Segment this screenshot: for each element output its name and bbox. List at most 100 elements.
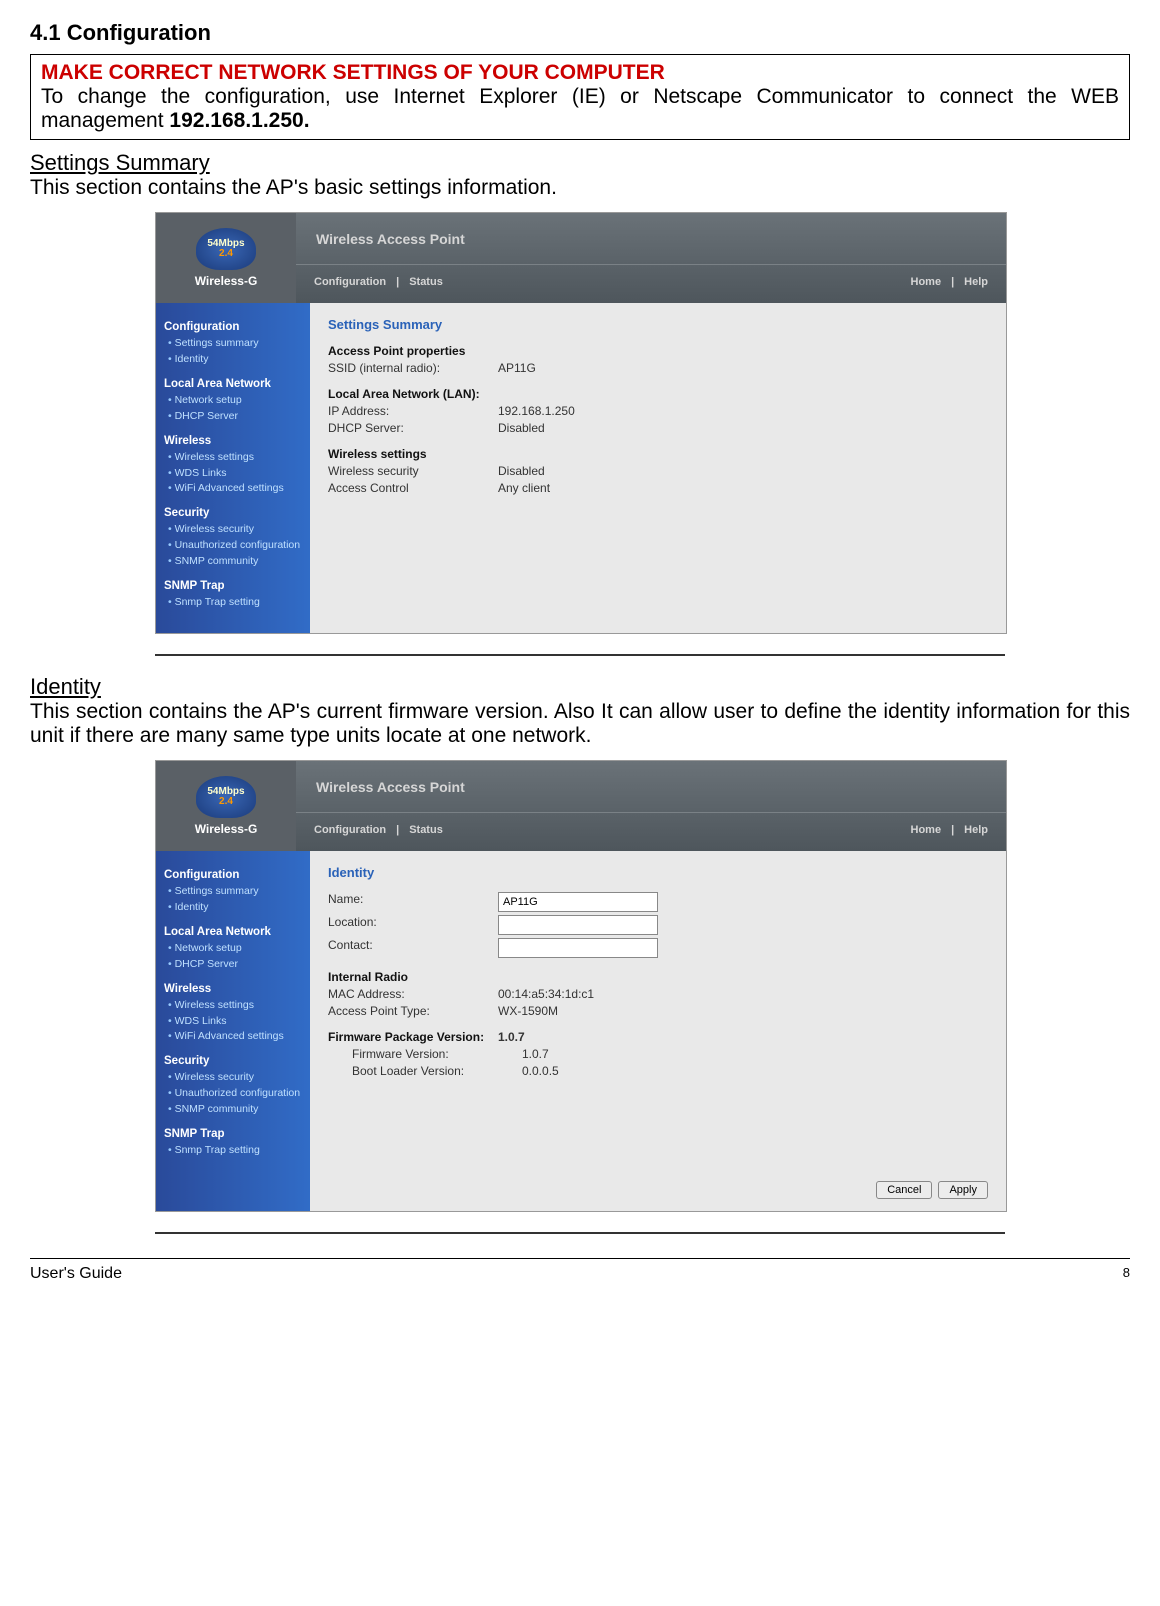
sidebar-group: Security <box>164 505 304 522</box>
sidebar-group: SNMP Trap <box>164 578 304 595</box>
label-location: Location: <box>328 915 498 935</box>
label-boot-ver: Boot Loader Version: <box>328 1064 522 1078</box>
sidebar-item-network-setup[interactable]: Network setup <box>164 941 304 957</box>
name-input[interactable] <box>498 892 658 912</box>
group-title: Wireless settings <box>328 447 988 461</box>
warning-box: MAKE CORRECT NETWORK SETTINGS OF YOUR CO… <box>30 54 1130 140</box>
group-title: Access Point properties <box>328 344 988 358</box>
value-dhcp: Disabled <box>498 421 545 435</box>
value-mac: 00:14:a5:34:1d:c1 <box>498 987 594 1001</box>
settings-summary-desc: This section contains the AP's basic set… <box>30 176 1130 200</box>
sidebar-item-network-setup[interactable]: Network setup <box>164 393 304 409</box>
nav-sep: | <box>396 276 399 288</box>
sidebar-group: Local Area Network <box>164 924 304 941</box>
content-title: Settings Summary <box>328 317 988 332</box>
nav-sep: | <box>951 824 954 836</box>
screenshot-identity: 54Mbps 2.4 Wireless-G Wireless Access Po… <box>155 760 1005 1230</box>
nav-home[interactable]: Home <box>911 824 942 836</box>
logo-brand: Wireless-G <box>195 822 258 836</box>
label-name: Name: <box>328 892 498 912</box>
ap-sidebar: Configuration Settings summary Identity … <box>156 851 310 1211</box>
group-title: Local Area Network (LAN): <box>328 387 988 401</box>
sidebar-item-wds-links[interactable]: WDS Links <box>164 1014 304 1030</box>
value-ip: 192.168.1.250 <box>498 404 575 418</box>
ap-logo-badge-icon: 54Mbps 2.4 <box>196 228 256 270</box>
logo-band: 2.4 <box>219 797 233 808</box>
label-ssid: SSID (internal radio): <box>328 361 498 375</box>
cancel-button[interactable]: Cancel <box>876 1181 932 1199</box>
ap-header: 54Mbps 2.4 Wireless-G Wireless Access Po… <box>156 213 1006 303</box>
ap-logo: 54Mbps 2.4 Wireless-G <box>156 761 296 851</box>
sidebar-item-wireless-settings[interactable]: Wireless settings <box>164 450 304 466</box>
footer-page-number: 8 <box>1123 1265 1130 1283</box>
nav-status[interactable]: Status <box>409 824 443 836</box>
value-fw-pkg: 1.0.7 <box>498 1030 525 1044</box>
logo-band: 2.4 <box>219 249 233 260</box>
nav-help[interactable]: Help <box>964 276 988 288</box>
sidebar-item-wifi-advanced[interactable]: WiFi Advanced settings <box>164 1029 304 1045</box>
sidebar-item-dhcp-server[interactable]: DHCP Server <box>164 957 304 973</box>
sidebar-item-wireless-settings[interactable]: Wireless settings <box>164 998 304 1014</box>
sidebar-item-wifi-advanced[interactable]: WiFi Advanced settings <box>164 481 304 497</box>
label-contact: Contact: <box>328 938 498 958</box>
screenshot-divider <box>155 1232 1005 1234</box>
value-wsec: Disabled <box>498 464 545 478</box>
ap-logo-badge-icon: 54Mbps 2.4 <box>196 776 256 818</box>
contact-input[interactable] <box>498 938 658 958</box>
ap-sidebar: Configuration Settings summary Identity … <box>156 303 310 633</box>
nav-sep: | <box>951 276 954 288</box>
label-dhcp: DHCP Server: <box>328 421 498 435</box>
sidebar-group: SNMP Trap <box>164 1126 304 1143</box>
ap-title: Wireless Access Point <box>296 761 1006 812</box>
label-wsec: Wireless security <box>328 464 498 478</box>
sidebar-group: Wireless <box>164 981 304 998</box>
page-footer: User's Guide 8 <box>30 1258 1130 1283</box>
ap-nav: Configuration | Status Home | Help <box>296 812 1006 851</box>
sidebar-item-snmp-trap[interactable]: Snmp Trap setting <box>164 1143 304 1159</box>
sidebar-item-wireless-security[interactable]: Wireless security <box>164 1070 304 1086</box>
location-input[interactable] <box>498 915 658 935</box>
nav-status[interactable]: Status <box>409 276 443 288</box>
sidebar-group: Wireless <box>164 433 304 450</box>
label-fw-ver: Firmware Version: <box>328 1047 522 1061</box>
label-ip: IP Address: <box>328 404 498 418</box>
ap-header: 54Mbps 2.4 Wireless-G Wireless Access Po… <box>156 761 1006 851</box>
nav-configuration[interactable]: Configuration <box>314 824 386 836</box>
ap-title: Wireless Access Point <box>296 213 1006 264</box>
ap-nav: Configuration | Status Home | Help <box>296 264 1006 303</box>
sidebar-item-snmp-community[interactable]: SNMP community <box>164 1102 304 1118</box>
identity-heading: Identity <box>30 674 1130 700</box>
logo-brand: Wireless-G <box>195 274 258 288</box>
nav-home[interactable]: Home <box>911 276 942 288</box>
value-access-control: Any client <box>498 481 550 495</box>
sidebar-group: Local Area Network <box>164 376 304 393</box>
sidebar-group: Configuration <box>164 319 304 336</box>
sidebar-item-unauth-config[interactable]: Unauthorized configuration <box>164 538 304 554</box>
nav-help[interactable]: Help <box>964 824 988 836</box>
sidebar-item-identity[interactable]: Identity <box>164 352 304 368</box>
nav-configuration[interactable]: Configuration <box>314 276 386 288</box>
group-title: Internal Radio <box>328 970 988 984</box>
label-fw-pkg: Firmware Package Version: <box>328 1030 498 1044</box>
value-ssid: AP11G <box>498 361 536 375</box>
sidebar-item-identity[interactable]: Identity <box>164 900 304 916</box>
sidebar-group: Security <box>164 1053 304 1070</box>
sidebar-item-settings-summary[interactable]: Settings summary <box>164 884 304 900</box>
content-title: Identity <box>328 865 988 880</box>
sidebar-item-snmp-trap[interactable]: Snmp Trap setting <box>164 595 304 611</box>
sidebar-item-settings-summary[interactable]: Settings summary <box>164 336 304 352</box>
sidebar-item-dhcp-server[interactable]: DHCP Server <box>164 409 304 425</box>
sidebar-group: Configuration <box>164 867 304 884</box>
ap-content: Settings Summary Access Point properties… <box>310 303 1006 633</box>
sidebar-item-wds-links[interactable]: WDS Links <box>164 466 304 482</box>
sidebar-item-unauth-config[interactable]: Unauthorized configuration <box>164 1086 304 1102</box>
sidebar-item-wireless-security[interactable]: Wireless security <box>164 522 304 538</box>
label-access-control: Access Control <box>328 481 498 495</box>
screenshot-divider <box>155 654 1005 656</box>
screenshot-settings-summary: 54Mbps 2.4 Wireless-G Wireless Access Po… <box>155 212 1005 652</box>
value-boot-ver: 0.0.0.5 <box>522 1064 559 1078</box>
apply-button[interactable]: Apply <box>938 1181 988 1199</box>
sidebar-item-snmp-community[interactable]: SNMP community <box>164 554 304 570</box>
ap-logo: 54Mbps 2.4 Wireless-G <box>156 213 296 303</box>
warning-body: To change the configuration, use Interne… <box>41 85 1119 133</box>
